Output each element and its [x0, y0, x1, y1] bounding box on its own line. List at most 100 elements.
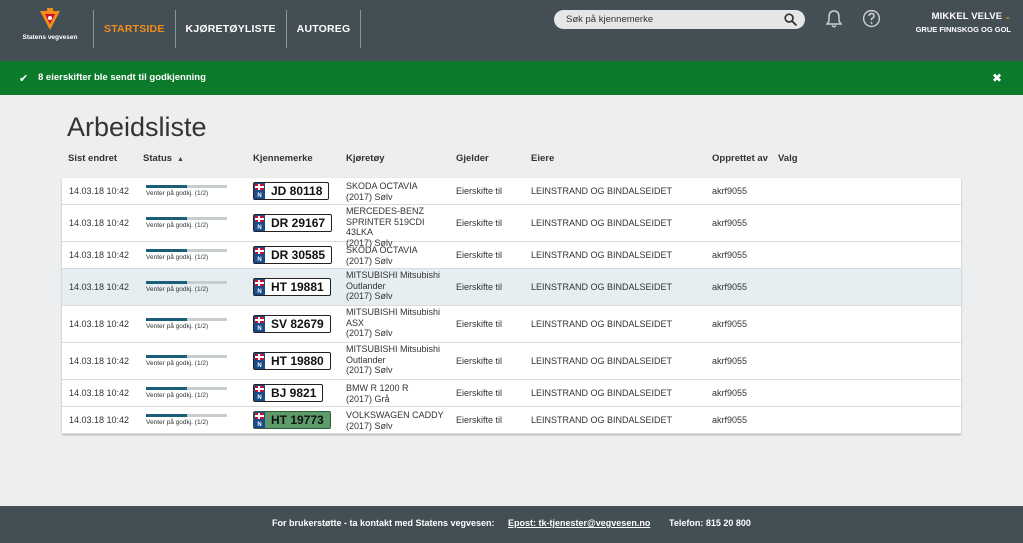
- gjelder-cell: Eierskifte til: [456, 356, 503, 366]
- column-opprettet-av[interactable]: Opprettet av: [712, 153, 768, 164]
- eiere-cell: LEINSTRAND OG BINDALSEIDET: [531, 186, 673, 196]
- plate-number: HT 19880: [271, 354, 324, 368]
- vehicle-year-color: (2017) Sølv: [346, 365, 393, 375]
- plate-number: DR 30585: [271, 248, 326, 262]
- status-progress-fill: [146, 217, 187, 220]
- opprettet-av-cell: akrf9055: [712, 319, 748, 329]
- table-row[interactable]: 14.03.18 10:42 Venter på godkj. (1/2) N BJ …: [62, 380, 961, 407]
- status-text: Venter på godkj. (1/2): [146, 360, 209, 367]
- status-text: Venter på godkj. (1/2): [146, 222, 209, 229]
- table-row[interactable]: 14.03.18 10:42 Venter på godkj. (1/2) N HT …: [62, 407, 961, 434]
- top-navigation-bar: Statens vegvesen STARTSIDE KJØRETØYLISTE…: [0, 0, 1023, 61]
- table-row[interactable]: 14.03.18 10:42 Venter på godkj. (1/2) N HT …: [62, 343, 961, 380]
- user-menu[interactable]: MIKKEL VELVE ⌄ GRUE FINNSKOG OG GOL: [916, 11, 1011, 34]
- vehicle-cell: VOLKSWAGEN CADDY (2017) Sølv: [346, 410, 454, 431]
- nav-kjoretoyliste[interactable]: KJØRETØYLISTE: [174, 10, 286, 48]
- gjelder-cell: Eierskifte til: [456, 319, 503, 329]
- status-cell: Venter på godkj. (1/2): [146, 355, 227, 367]
- column-kjoretoy[interactable]: Kjøretøy: [346, 153, 385, 164]
- plate-number: DR 29167: [271, 216, 326, 230]
- status-progress-bar: [146, 414, 227, 417]
- search-icon[interactable]: [784, 13, 797, 26]
- nav-startside[interactable]: STARTSIDE: [93, 10, 175, 48]
- sort-up-icon: ▲: [177, 156, 184, 163]
- table-row[interactable]: 14.03.18 10:42 Venter på godkj. (1/2) N HT …: [62, 269, 961, 306]
- status-progress-bar: [146, 387, 227, 390]
- column-kjennemerke[interactable]: Kjennemerke: [253, 153, 313, 164]
- opprettet-av-cell: akrf9055: [712, 186, 748, 196]
- page-title: Arbeidsliste: [67, 112, 207, 142]
- footer: For brukerstøtte - ta kontakt med Staten…: [0, 506, 1023, 543]
- opprettet-av-cell: akrf9055: [712, 218, 748, 228]
- column-gjelder[interactable]: Gjelder: [456, 153, 489, 164]
- vehicle-cell: SKODA OCTAVIA (2017) Sølv: [346, 181, 454, 202]
- license-plate[interactable]: N HT 19880: [253, 352, 331, 370]
- table-row[interactable]: 14.03.18 10:42 Venter på godkj. (1/2) N SV …: [62, 306, 961, 343]
- status-progress-fill: [146, 387, 187, 390]
- vehicle-cell: MITSUBISHI Mitsubishi Outlander (2017) Sø…: [346, 344, 454, 376]
- license-plate[interactable]: N BJ 9821: [253, 384, 324, 402]
- table-row[interactable]: 14.03.18 10:42 Venter på godkj. (1/2) N DR …: [62, 242, 961, 269]
- vehicle-model: MITSUBISHI Mitsubishi ASX: [346, 307, 441, 328]
- status-progress-bar: [146, 355, 227, 358]
- column-sist-endret[interactable]: Sist endret: [68, 153, 117, 164]
- vehicle-year-color: (2017) Sølv: [346, 191, 393, 202]
- column-eiere[interactable]: Eiere: [531, 153, 554, 164]
- sist-endret-cell: 14.03.18 10:42: [69, 356, 130, 366]
- eiere-cell: LEINSTRAND OG BINDALSEIDET: [531, 356, 673, 366]
- table-header: Sist endret Status ▲ Kjennemerke Kjøretøy…: [0, 150, 1023, 168]
- license-plate[interactable]: N JD 80118: [253, 182, 330, 200]
- eiere-cell: LEINSTRAND OG BINDALSEIDET: [531, 282, 673, 292]
- sist-endret-cell: 14.03.18 10:42: [69, 282, 130, 292]
- vehicle-year-color: (2017) Grå: [346, 393, 390, 404]
- status-progress-bar: [146, 281, 227, 284]
- column-status-label: Status: [143, 153, 173, 164]
- close-icon[interactable]: ✖: [992, 71, 1002, 85]
- license-plate[interactable]: N SV 82679: [253, 315, 331, 333]
- eiere-cell: LEINSTRAND OG BINDALSEIDET: [531, 388, 673, 398]
- chevron-down-icon: ⌄: [1004, 12, 1011, 21]
- status-progress-bar: [146, 217, 227, 220]
- opprettet-av-cell: akrf9055: [712, 356, 748, 366]
- vehicle-cell: SKODA OCTAVIA (2017) Sølv: [346, 245, 454, 266]
- norway-flag-icon: N: [254, 353, 265, 369]
- bell-icon[interactable]: [824, 9, 844, 29]
- status-cell: Venter på godkj. (1/2): [146, 387, 227, 399]
- worklist-table: 14.03.18 10:42 Venter på godkj. (1/2) N JD …: [62, 178, 961, 434]
- sist-endret-cell: 14.03.18 10:42: [69, 186, 130, 196]
- statens-vegvesen-logo[interactable]: Statens vegvesen: [14, 8, 86, 48]
- status-progress-fill: [146, 318, 187, 321]
- vehicle-cell: MITSUBISHI Mitsubishi Outlander (2017) Sø…: [346, 270, 454, 302]
- search-input[interactable]: [566, 12, 776, 27]
- status-cell: Venter på godkj. (1/2): [146, 249, 227, 261]
- vehicle-model: MITSUBISHI Mitsubishi Outlander: [346, 344, 441, 365]
- vehicle-cell: MITSUBISHI Mitsubishi ASX (2017) Sølv: [346, 307, 454, 339]
- column-valg: Valg: [778, 153, 798, 164]
- column-status[interactable]: Status ▲: [143, 153, 184, 164]
- user-organization: GRUE FINNSKOG OG GOL: [915, 25, 1011, 34]
- table-row[interactable]: 14.03.18 10:42 Venter på godkj. (1/2) N DR …: [62, 205, 961, 248]
- help-icon[interactable]: [862, 9, 881, 28]
- table-row[interactable]: 14.03.18 10:42 Venter på godkj. (1/2) N JD …: [62, 178, 961, 205]
- eiere-cell: LEINSTRAND OG BINDALSEIDET: [531, 319, 673, 329]
- license-plate[interactable]: N DR 29167: [253, 214, 333, 232]
- opprettet-av-cell: akrf9055: [712, 388, 748, 398]
- norway-flag-icon: N: [254, 316, 265, 332]
- search-box: [554, 10, 805, 29]
- main-nav: STARTSIDE KJØRETØYLISTE AUTOREG: [93, 10, 362, 48]
- eiere-cell: LEINSTRAND OG BINDALSEIDET: [531, 218, 673, 228]
- norway-flag-icon: N: [254, 183, 265, 199]
- vehicle-model: SKODA OCTAVIA: [346, 181, 418, 191]
- sist-endret-cell: 14.03.18 10:42: [69, 250, 130, 260]
- footer-email-link[interactable]: Epost: tk-tjenester@vegvesen.no: [508, 518, 650, 528]
- user-name: MIKKEL VELVE: [931, 11, 1003, 22]
- license-plate[interactable]: N HT 19773: [253, 411, 331, 429]
- status-cell: Venter på godkj. (1/2): [146, 414, 227, 426]
- checkmark-icon: ✔: [19, 73, 29, 85]
- license-plate[interactable]: N DR 30585: [253, 246, 333, 264]
- vehicle-model: BMW R 1200 R: [346, 383, 409, 393]
- eiere-cell: LEINSTRAND OG BINDALSEIDET: [531, 250, 673, 260]
- status-cell: Venter på godkj. (1/2): [146, 217, 227, 229]
- license-plate[interactable]: N HT 19881: [253, 278, 331, 296]
- nav-autoreg[interactable]: AUTOREG: [285, 10, 362, 48]
